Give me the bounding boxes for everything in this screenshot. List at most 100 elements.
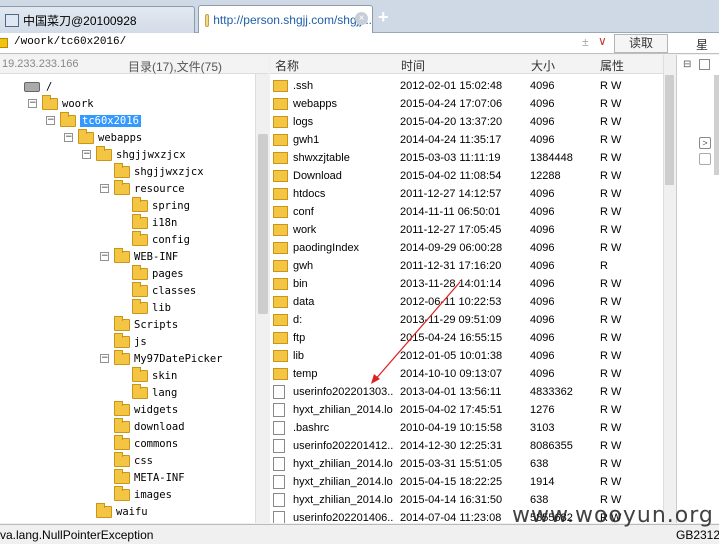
folder-icon <box>273 116 288 128</box>
tree-node[interactable]: images <box>100 485 172 503</box>
tree-node[interactable]: skin <box>118 366 177 384</box>
file-perm: R W <box>600 206 622 218</box>
tab-bar: 中国菜刀@20100928 http://person.shgjj.com/sh… <box>0 0 719 34</box>
file-size: 4833362 <box>530 386 573 398</box>
scroll-thumb[interactable] <box>665 75 674 185</box>
tree-node-label: shgjjwxzjcx <box>116 148 186 161</box>
tree-toggle[interactable]: − <box>64 133 73 142</box>
tree-node[interactable]: lib <box>118 298 171 316</box>
file-list-scrollbar[interactable] <box>663 55 675 523</box>
file-name: .ssh <box>293 80 314 92</box>
tree-toggle[interactable]: − <box>28 99 37 108</box>
file-row[interactable]: userinfo202201303... 2013-04-01 13:56:11 4… <box>270 383 663 401</box>
folder-icon <box>132 281 148 297</box>
folder-icon <box>273 80 288 92</box>
file-name: hyxt_zhilian_2014.lo... <box>293 476 393 488</box>
tree-node[interactable]: − My97DatePicker <box>100 349 223 367</box>
tab-caidao[interactable]: 中国菜刀@20100928 <box>0 6 195 33</box>
folder-icon <box>114 417 130 433</box>
file-row[interactable]: temp 2014-10-10 09:13:07 4096 R W <box>270 365 663 383</box>
tree-node[interactable]: META-INF <box>100 468 185 486</box>
folder-icon <box>273 206 288 218</box>
file-row[interactable]: webapps 2015-04-24 17:07:06 4096 R W <box>270 95 663 113</box>
tree-node[interactable]: − WEB-INF <box>100 247 178 265</box>
file-row[interactable]: ftp 2015-04-24 16:55:15 4096 R W <box>270 329 663 347</box>
read-button[interactable]: 读取 <box>614 34 668 53</box>
tree-node[interactable]: spring <box>118 196 190 214</box>
tree-node[interactable]: − tc60x2016 <box>46 111 141 129</box>
file-name: gwh1 <box>293 134 320 146</box>
file-row[interactable]: d: 2013-11-29 09:51:09 4096 R W <box>270 311 663 329</box>
file-row[interactable]: logs 2015-04-20 13:37:20 4096 R W <box>270 113 663 131</box>
file-row[interactable]: hyxt_zhilian_2014.lo... 2015-03-31 15:51:… <box>270 455 663 473</box>
file-row[interactable]: htdocs 2011-12-27 14:12:57 4096 R W <box>270 185 663 203</box>
tree-node[interactable]: download <box>100 417 185 435</box>
file-row[interactable]: conf 2014-11-11 06:50:01 4096 R W <box>270 203 663 221</box>
file-row[interactable]: work 2011-12-27 17:05:45 4096 R W <box>270 221 663 239</box>
file-name: hyxt_zhilian_2014.lo... <box>293 404 393 416</box>
path-input[interactable]: /woork/tc60x2016/ <box>14 36 126 48</box>
file-time: 2014-11-11 06:50:01 <box>400 206 501 218</box>
file-size: 1914 <box>530 476 555 488</box>
column-name[interactable]: 名称 <box>275 57 299 74</box>
file-row[interactable]: shwxzjtable 2015-03-03 11:11:19 1384448 R W <box>270 149 663 167</box>
expand-toggle[interactable]: ⊟ <box>683 59 691 70</box>
tree-node[interactable]: − shgjjwxzjcx <box>82 145 186 163</box>
tree-node[interactable]: pages <box>118 264 184 282</box>
up-icon[interactable]: ± <box>582 35 589 49</box>
close-icon[interactable]: × <box>355 12 368 25</box>
panel-scrollbar[interactable] <box>714 75 719 175</box>
tree-node[interactable]: − webapps <box>64 128 142 146</box>
file-row[interactable]: hyxt_zhilian_2014.lo... 2015-04-02 17:45:… <box>270 401 663 419</box>
tree-node[interactable]: shgjjwxzjcx <box>100 162 204 180</box>
tree-node[interactable]: / <box>10 78 52 95</box>
tree-toggle[interactable]: − <box>82 150 91 159</box>
tree-node[interactable]: Scripts <box>100 315 178 333</box>
tree-toggle[interactable]: − <box>100 184 109 193</box>
file-row[interactable]: data 2012-06-11 10:22:53 4096 R W <box>270 293 663 311</box>
tree-node[interactable]: js <box>100 332 147 350</box>
terminal-icon[interactable]: > <box>699 137 711 149</box>
tree-node-label: download <box>134 420 185 433</box>
file-time: 2010-04-19 10:15:58 <box>400 422 503 434</box>
new-tab-button[interactable]: + <box>378 8 389 26</box>
tree-node-label: js <box>134 335 147 348</box>
tree-scrollbar[interactable] <box>255 74 269 523</box>
file-row[interactable]: paodingIndex 2014-09-29 06:00:28 4096 R W <box>270 239 663 257</box>
scroll-thumb[interactable] <box>258 134 268 314</box>
tree-node[interactable]: classes <box>118 281 196 299</box>
file-row[interactable]: bin 2013-11-28 14:01:14 4096 R W <box>270 275 663 293</box>
file-row[interactable]: .bashrc 2010-04-19 10:15:58 3103 R W <box>270 419 663 437</box>
file-row[interactable]: Download 2015-04-02 11:08:54 12288 R W <box>270 167 663 185</box>
tree-toggle[interactable]: − <box>100 354 109 363</box>
file-row[interactable]: gwh1 2014-04-24 11:35:17 4096 R W <box>270 131 663 149</box>
tree-node[interactable]: config <box>118 230 190 248</box>
file-row[interactable]: userinfo202201412... 2014-12-30 12:25:31 8… <box>270 437 663 455</box>
file-size: 4096 <box>530 224 555 236</box>
file-row[interactable]: gwh 2011-12-31 17:16:20 4096 R <box>270 257 663 275</box>
file-row[interactable]: .ssh 2012-02-01 15:02:48 4096 R W <box>270 77 663 95</box>
column-time[interactable]: 时间 <box>401 57 425 74</box>
tree-toggle[interactable]: − <box>100 252 109 261</box>
tree-node[interactable]: widgets <box>100 400 178 418</box>
folder-icon <box>114 332 130 348</box>
checkbox-icon[interactable] <box>699 59 710 70</box>
hand-icon[interactable] <box>699 153 711 165</box>
tree-node-label: pages <box>152 267 184 280</box>
file-perm: R W <box>600 188 622 200</box>
tree-node[interactable]: lang <box>118 383 177 401</box>
tree-node[interactable]: − woork <box>28 94 94 112</box>
tree-node[interactable]: i18n <box>118 213 177 231</box>
column-size[interactable]: 大小 <box>531 57 555 74</box>
tree-node[interactable]: css <box>100 451 153 469</box>
file-row[interactable]: lib 2012-01-05 10:01:38 4096 R W <box>270 347 663 365</box>
file-name: userinfo202201406... <box>293 512 393 523</box>
column-perm[interactable]: 属性 <box>600 57 624 74</box>
tab-url[interactable]: http://person.shgjj.com/shgjj... × <box>198 5 373 34</box>
file-row[interactable]: hyxt_zhilian_2014.lo... 2015-04-15 18:22:… <box>270 473 663 491</box>
tree-node[interactable]: − resource <box>100 179 185 197</box>
chevron-down-icon[interactable]: ∨ <box>598 34 607 48</box>
tree-toggle[interactable]: − <box>46 116 55 125</box>
tree-node[interactable]: waifu <box>82 502 148 520</box>
tree-node[interactable]: commons <box>100 434 178 452</box>
